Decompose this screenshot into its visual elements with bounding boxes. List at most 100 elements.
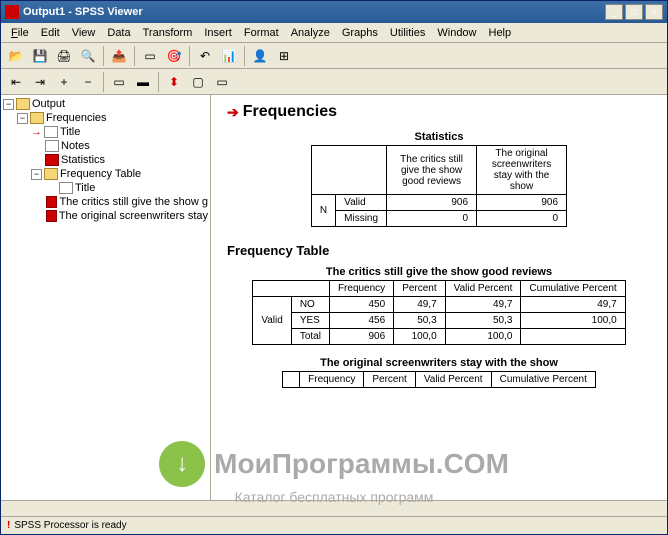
status-text: SPSS Processor is ready — [14, 520, 126, 531]
tree-frequencies[interactable]: − Frequencies — [3, 111, 208, 125]
arrow-icon: ➔ — [227, 104, 239, 121]
notes-icon — [45, 140, 59, 152]
table-row: Total 906 100,0 100,0 — [253, 329, 625, 345]
tree-title2[interactable]: Title — [3, 181, 208, 195]
col-header: Valid Percent — [445, 281, 521, 297]
titlebar: Output1 - SPSS Viewer _ □ × — [1, 1, 667, 23]
separator — [134, 46, 135, 66]
body: − Output − Frequencies → Title Notes — [1, 95, 667, 500]
table1-title: The critics still give the show good rev… — [227, 266, 651, 278]
demote-icon[interactable]: ⇥ — [29, 71, 51, 93]
tree-item-screenwriters[interactable]: The original screenwriters stay — [3, 209, 208, 223]
menu-edit[interactable]: Edit — [35, 25, 66, 41]
statistics-table: The critics still give the show good rev… — [311, 145, 567, 227]
section-header: ➔ Frequencies — [227, 103, 651, 121]
export-icon[interactable]: 📤 — [108, 45, 130, 67]
menu-analyze[interactable]: Analyze — [285, 25, 336, 41]
col-header: Frequency — [329, 281, 393, 297]
collapse-icon[interactable]: − — [3, 99, 14, 110]
preview-icon[interactable]: 🔍 — [77, 45, 99, 67]
table-row: YES 456 50,3 50,3 100,0 — [253, 313, 625, 329]
tree-title[interactable]: → Title — [3, 125, 208, 139]
promote-icon[interactable]: ⇤ — [5, 71, 27, 93]
tree-notes[interactable]: Notes — [3, 139, 208, 153]
content-pane[interactable]: ➔ Frequencies Statistics The critics sti… — [211, 95, 667, 500]
freq-section-title: Frequency Table — [227, 243, 651, 258]
table-icon — [46, 196, 57, 208]
col-header: The original screenwriters stay with the… — [477, 146, 567, 195]
outline-tree[interactable]: − Output − Frequencies → Title Notes — [1, 95, 211, 500]
freq-table-2: Frequency Percent Valid Percent Cumulati… — [282, 371, 596, 388]
collapse-icon[interactable]: − — [17, 113, 28, 124]
separator — [158, 72, 159, 92]
freq-table-1: Frequency Percent Valid Percent Cumulati… — [252, 280, 625, 345]
hide-icon[interactable]: ▬ — [132, 71, 154, 93]
undo-icon[interactable]: ↶ — [194, 45, 216, 67]
open-icon[interactable]: 📂 — [5, 45, 27, 67]
col-header: Cumulative Percent — [521, 281, 625, 297]
separator — [103, 72, 104, 92]
app-window: Output1 - SPSS Viewer _ □ × File Edit Vi… — [0, 0, 668, 535]
menu-utilities[interactable]: Utilities — [384, 25, 431, 41]
table-row: Valid NO 450 49,7 49,7 49,7 — [253, 297, 625, 313]
insert-heading-icon[interactable]: ⬍ — [163, 71, 185, 93]
menu-insert[interactable]: Insert — [198, 25, 238, 41]
collapse-icon[interactable]: − — [31, 169, 42, 180]
save-icon[interactable]: 💾 — [29, 45, 51, 67]
output-icon — [16, 98, 30, 110]
print-icon[interactable]: 🖨 — [53, 45, 75, 67]
col-header: Frequency — [300, 372, 364, 388]
col-header: Cumulative Percent — [491, 372, 595, 388]
close-button[interactable]: × — [645, 4, 663, 20]
minimize-button[interactable]: _ — [605, 4, 623, 20]
show-icon[interactable]: ▭ — [108, 71, 130, 93]
status-icon: ! — [7, 520, 10, 531]
menu-transform[interactable]: Transform — [137, 25, 199, 41]
menu-format[interactable]: Format — [238, 25, 285, 41]
collapse-icon[interactable]: − — [77, 71, 99, 93]
section-title: Frequencies — [243, 103, 337, 121]
goto-icon[interactable]: 🎯 — [163, 45, 185, 67]
menu-window[interactable]: Window — [431, 25, 482, 41]
case-icon[interactable]: 👤 — [249, 45, 271, 67]
title-icon — [44, 126, 58, 138]
separator — [244, 46, 245, 66]
statusbar: ! SPSS Processor is ready — [1, 516, 667, 534]
menu-help[interactable]: Help — [483, 25, 518, 41]
maximize-button[interactable]: □ — [625, 4, 643, 20]
tree-root[interactable]: − Output — [3, 97, 208, 111]
expand-icon[interactable]: + — [53, 71, 75, 93]
separator — [103, 46, 104, 66]
insert-text-icon[interactable]: ▢ — [187, 71, 209, 93]
insert-title-icon[interactable]: ▭ — [211, 71, 233, 93]
folder-icon — [44, 168, 58, 180]
table-icon — [46, 210, 57, 222]
window-title: Output1 - SPSS Viewer — [23, 6, 605, 18]
horizontal-scrollbar[interactable] — [1, 500, 667, 516]
menu-graphs[interactable]: Graphs — [336, 25, 384, 41]
vars-icon[interactable]: ⊞ — [273, 45, 295, 67]
col-header: Percent — [394, 281, 445, 297]
title-icon — [59, 182, 73, 194]
table2-title: The original screenwriters stay with the… — [227, 357, 651, 369]
table-icon — [45, 154, 59, 166]
table-row: Missing 0 0 — [311, 211, 566, 227]
menu-file[interactable]: File — [5, 25, 35, 41]
toolbar-2: ⇤ ⇥ + − ▭ ▬ ⬍ ▢ ▭ — [1, 69, 667, 95]
menu-view[interactable]: View — [66, 25, 102, 41]
menubar: File Edit View Data Transform Insert For… — [1, 23, 667, 43]
stats-table-title: Statistics — [227, 131, 651, 143]
separator — [189, 46, 190, 66]
app-icon — [5, 5, 19, 19]
tree-item-critics[interactable]: The critics still give the show g — [3, 195, 208, 209]
menu-data[interactable]: Data — [101, 25, 136, 41]
dialog-icon[interactable]: ▭ — [139, 45, 161, 67]
chart-icon[interactable]: 📊 — [218, 45, 240, 67]
col-header: Percent — [364, 372, 415, 388]
toolbar-1: 📂 💾 🖨 🔍 📤 ▭ 🎯 ↶ 📊 👤 ⊞ — [1, 43, 667, 69]
window-buttons: _ □ × — [605, 4, 663, 20]
tree-statistics[interactable]: Statistics — [3, 153, 208, 167]
col-header: The critics still give the show good rev… — [387, 146, 477, 195]
tree-freq-table[interactable]: − Frequency Table — [3, 167, 208, 181]
folder-icon — [30, 112, 44, 124]
